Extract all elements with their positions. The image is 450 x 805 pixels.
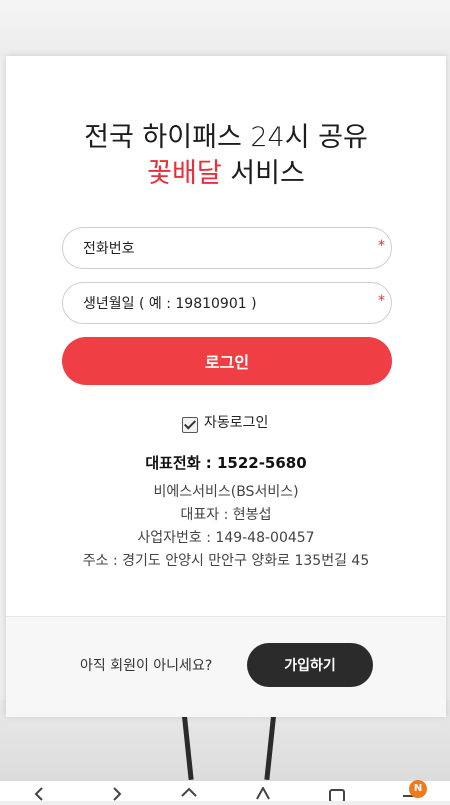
page-background-top (0, 0, 450, 56)
company-address: 주소 : 경기도 안양시 만안구 양화로 135번길 45 (82, 553, 370, 569)
birthdate-input[interactable] (81, 283, 365, 324)
star-icon[interactable] (254, 785, 272, 805)
easel-leg (181, 709, 194, 780)
phone-field: * (62, 227, 392, 269)
page-title: 전국 하이패스 24시 공유 (84, 122, 368, 153)
easel-leg (264, 709, 277, 780)
browser-navbar (0, 780, 450, 803)
auto-login-toggle[interactable]: 자동로그인 (182, 410, 268, 434)
phone-input[interactable] (81, 228, 365, 269)
auto-login-checkbox[interactable] (182, 417, 198, 433)
required-mark: * (378, 293, 385, 309)
forward-icon[interactable] (110, 787, 124, 805)
required-mark: * (378, 238, 385, 254)
notification-badge: N (409, 780, 427, 798)
join-button[interactable]: 가입하기 (247, 643, 373, 687)
title-rest: 서비스 (221, 158, 305, 189)
back-icon[interactable] (32, 787, 46, 805)
signup-footer: 아직 회원이 아니세요? 가입하기 (6, 616, 446, 717)
title-accent: 꽃배달 (147, 158, 222, 189)
auto-login-label: 자동로그인 (204, 415, 269, 431)
birthdate-field: * (62, 282, 392, 324)
tabs-icon[interactable] (328, 787, 346, 805)
company-business-number: 사업자번호 : 149-48-00457 (137, 530, 315, 546)
login-card: 전국 하이패스 24시 공유 꽃배달 서비스 * * 로그인 자동로그인 대표전… (6, 56, 446, 717)
home-icon[interactable] (180, 787, 198, 805)
company-phone: 대표전화 : 1522-5680 (145, 454, 307, 472)
company-name: 비에스서비스(BS서비스) (153, 484, 299, 500)
signup-question: 아직 회원이 아니세요? (80, 658, 213, 674)
company-ceo: 대표자 : 현봉섭 (180, 507, 272, 523)
login-button[interactable]: 로그인 (62, 337, 392, 385)
page-subtitle: 꽃배달 서비스 (6, 156, 446, 192)
